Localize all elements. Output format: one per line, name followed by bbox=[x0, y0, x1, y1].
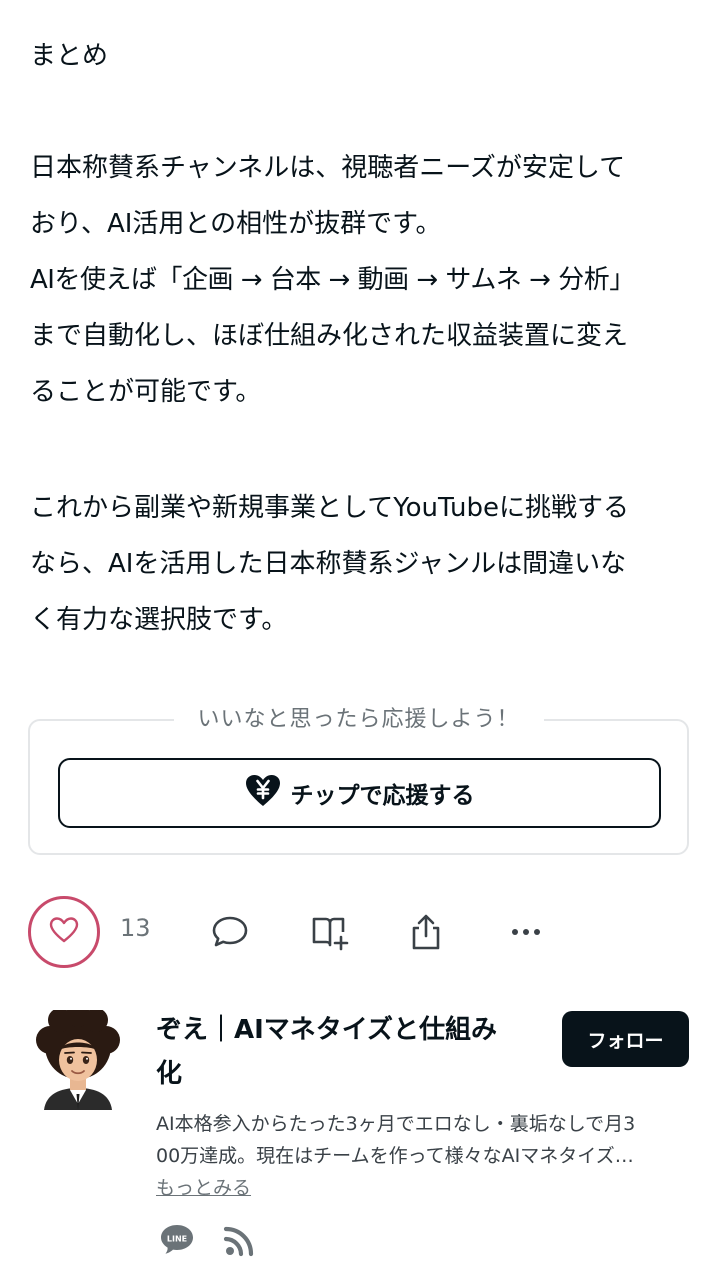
paragraph-line: まで自動化し、ほぼ仕組み化された収益装置に変え bbox=[30, 321, 629, 351]
paragraph-line: く有力な選択肢です。 bbox=[30, 605, 288, 635]
paragraph-line: これから副業や新規事業としてYouTubeに挑戦する bbox=[30, 493, 629, 523]
author-name-line: 化 bbox=[156, 1059, 183, 1089]
like-count: 13 bbox=[120, 914, 151, 942]
section-heading: まとめ bbox=[30, 41, 109, 71]
line-badge-text: LINE bbox=[167, 1235, 187, 1244]
paragraph-line: なら、AIを活用した日本称賛系ジャンルは間違いな bbox=[30, 549, 627, 579]
follow-button[interactable]: フォロー bbox=[562, 1011, 689, 1067]
author-name-line: ぞえ｜AIマネタイズと仕組み bbox=[156, 1015, 498, 1045]
heart-icon bbox=[49, 916, 79, 948]
author-avatar[interactable] bbox=[30, 1003, 126, 1110]
yen-heart-icon bbox=[245, 774, 281, 812]
tip-button-label: チップで応援する bbox=[290, 783, 475, 809]
show-more-link[interactable]: もっとみる bbox=[156, 1172, 251, 1204]
tip-button[interactable]: チップで応援する bbox=[58, 758, 661, 828]
article-page: まとめ 日本称賛系チャンネルは、視聴者ニーズが安定して おり、AI活用との相性が… bbox=[0, 0, 718, 1280]
more-icon[interactable] bbox=[506, 912, 546, 952]
share-icon[interactable] bbox=[406, 912, 446, 952]
author-bio: AI本格参入からたった3ヶ月でエロなし・裏垢なしで月3 00万達成。現在はチーム… bbox=[156, 1108, 696, 1172]
comment-icon[interactable] bbox=[210, 912, 250, 952]
bio-line: 00万達成。現在はチームを作って様々なAIマネタイズ… bbox=[156, 1145, 634, 1167]
paragraph-line: 日本称賛系チャンネルは、視聴者ニーズが安定して bbox=[30, 153, 626, 183]
paragraph-2: これから副業や新規事業としてYouTubeに挑戦する なら、AIを活用した日本称… bbox=[30, 480, 690, 648]
line-icon[interactable]: LINE bbox=[160, 1222, 194, 1256]
paragraph-line: ることが可能です。 bbox=[30, 377, 262, 407]
bio-line: AI本格参入からたった3ヶ月でエロなし・裏垢なしで月3 bbox=[156, 1113, 636, 1135]
support-box: いいなと思ったら応援しよう！ チップで応援する bbox=[28, 705, 689, 855]
support-caption: いいなと思ったら応援しよう！ bbox=[173, 705, 544, 735]
paragraph-line: AIを使えば「企画 → 台本 → 動画 → サムネ → 分析」 bbox=[30, 265, 635, 295]
paragraph-line: おり、AI活用との相性が抜群です。 bbox=[30, 209, 442, 239]
action-bar: 13 bbox=[28, 896, 689, 968]
like-button[interactable] bbox=[28, 896, 100, 968]
rss-icon[interactable] bbox=[222, 1224, 256, 1258]
magazine-add-icon[interactable] bbox=[310, 912, 350, 952]
author-name[interactable]: ぞえ｜AIマネタイズと仕組み 化 bbox=[156, 1008, 536, 1096]
paragraph-1: 日本称賛系チャンネルは、視聴者ニーズが安定して おり、AI活用との相性が抜群です… bbox=[30, 140, 690, 420]
